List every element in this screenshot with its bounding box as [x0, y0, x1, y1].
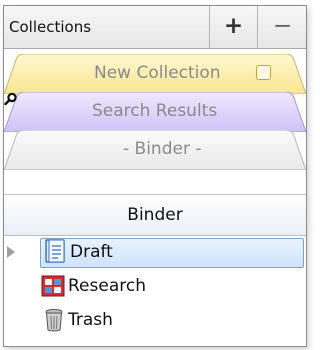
search-icon	[4, 92, 17, 106]
trash-icon	[45, 308, 63, 332]
collections-title: Collections	[9, 18, 92, 36]
remove-collection-button[interactable]: −	[257, 6, 306, 48]
collections-header: Collections + −	[4, 6, 306, 49]
draft-icon	[45, 239, 65, 263]
tree-item-trash[interactable]: Trash	[4, 303, 306, 337]
tree-item-draft-label: Draft	[70, 242, 113, 262]
tab-search-results[interactable]: Search Results	[4, 92, 306, 132]
tab-binder[interactable]: - Binder -	[4, 130, 306, 170]
tree-item-draft[interactable]: Draft	[4, 235, 306, 269]
tree-item-research[interactable]: Research	[4, 269, 306, 303]
tree-item-trash-label: Trash	[68, 310, 113, 330]
research-icon	[41, 275, 65, 297]
add-collection-button[interactable]: +	[209, 6, 257, 48]
new-collection-checkbox[interactable]	[256, 65, 271, 80]
expand-triangle-icon[interactable]	[7, 246, 15, 258]
binder-tree: Draft Research Trash	[4, 235, 306, 337]
tab-binder-label: - Binder -	[123, 139, 202, 159]
tab-new-collection[interactable]: New Collection	[4, 54, 306, 94]
binder-header[interactable]: Binder	[4, 194, 306, 236]
tab-new-collection-label: New Collection	[94, 63, 221, 83]
tab-search-results-label: Search Results	[92, 101, 218, 121]
tree-item-research-label: Research	[68, 276, 146, 296]
collections-panel: Collections + − New Collection Search Re…	[3, 5, 307, 347]
